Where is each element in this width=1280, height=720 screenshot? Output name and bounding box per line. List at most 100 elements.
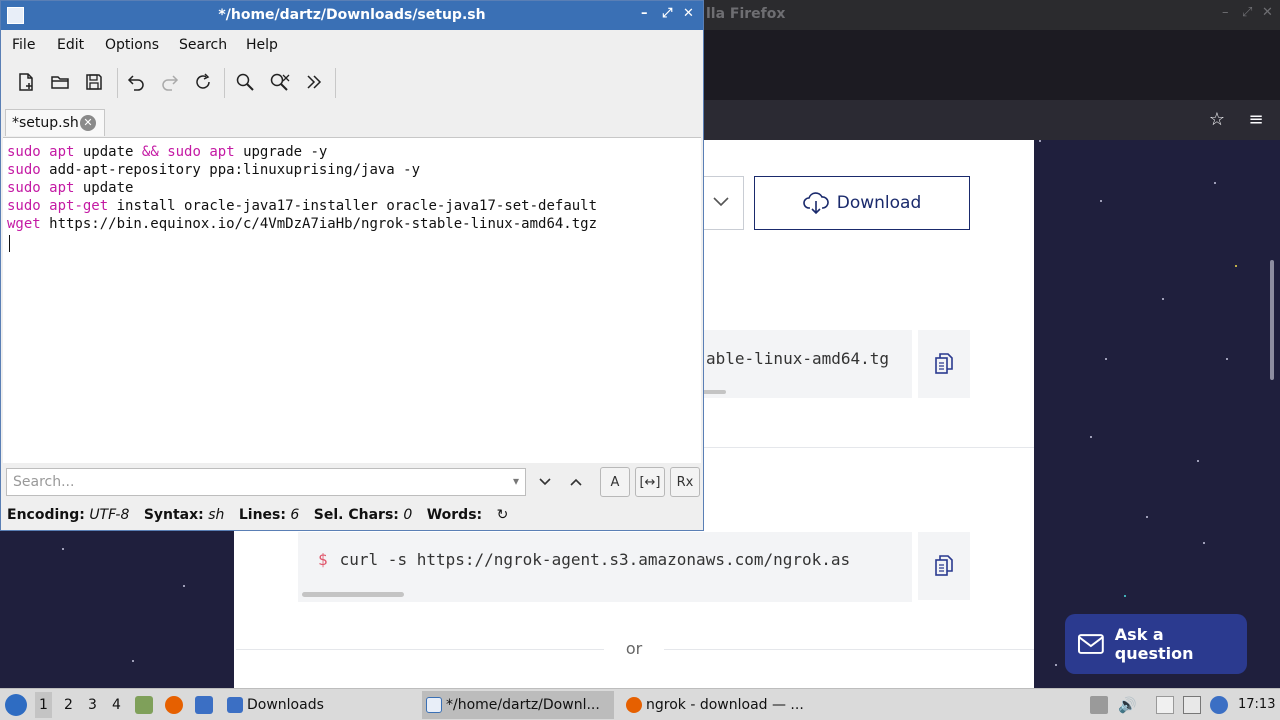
workspace-2[interactable]: 2: [64, 697, 73, 713]
task-downloads[interactable]: Downloads: [223, 691, 418, 719]
cloud-download-icon: [803, 192, 829, 215]
star-decor: [1146, 516, 1148, 518]
platform-select-dropdown[interactable]: [700, 176, 744, 230]
text-editor-window: */home/dartz/Downloads/setup.sh – ⤢ ✕ Fi…: [0, 0, 704, 531]
search-history-dropdown-icon[interactable]: ▾: [513, 474, 519, 488]
menu-help[interactable]: Help: [246, 37, 278, 53]
workspace-4[interactable]: 4: [112, 697, 121, 713]
download-button[interactable]: Download: [754, 176, 970, 230]
toolbar-separator: [224, 68, 225, 98]
copy-button[interactable]: [918, 330, 970, 398]
menu-search[interactable]: Search: [179, 37, 227, 53]
notification-icon[interactable]: [1210, 696, 1228, 714]
save-icon[interactable]: [82, 70, 106, 94]
encoding-value: UTF-8: [89, 507, 130, 523]
code-keyword: apt: [209, 144, 235, 160]
tray-updates-icon[interactable]: [1090, 696, 1108, 714]
chevron-up-icon: [570, 478, 582, 486]
network-icon[interactable]: [1183, 696, 1201, 714]
start-menu-icon[interactable]: [5, 694, 27, 716]
firefox-close-button[interactable]: ✕: [1262, 5, 1273, 20]
close-button[interactable]: ✕: [683, 6, 694, 21]
regex-button[interactable]: Rx: [670, 467, 700, 497]
download-button-label: Download: [836, 193, 922, 213]
workspace-1[interactable]: 1: [35, 692, 52, 718]
copy-button[interactable]: [918, 532, 970, 600]
star-decor: [1124, 595, 1126, 597]
task-firefox[interactable]: ngrok - download — ...: [622, 691, 817, 719]
menu-file[interactable]: File: [12, 37, 35, 53]
match-case-button[interactable]: A: [600, 467, 630, 497]
refresh-word-count-icon[interactable]: ↻: [497, 507, 509, 523]
editor-title-bar[interactable]: */home/dartz/Downloads/setup.sh – ⤢ ✕: [1, 1, 703, 30]
text-editor-area[interactable]: sudo apt update && sudo apt upgrade -y s…: [3, 137, 701, 463]
firefox-launcher-icon[interactable]: [165, 696, 183, 714]
whole-word-button[interactable]: [↔]: [635, 467, 665, 497]
volume-icon[interactable]: 🔊: [1118, 696, 1137, 714]
code-snippet-text: able-linux-amd64.tg: [706, 349, 890, 368]
firefox-minimize-button[interactable]: –: [1222, 5, 1229, 20]
encoding-label: Encoding:: [7, 507, 85, 523]
code-snippet-wget: able-linux-amd64.tg: [700, 330, 912, 398]
reload-icon[interactable]: [191, 70, 215, 94]
tab-close-icon[interactable]: ✕: [80, 115, 96, 131]
open-folder-icon[interactable]: [48, 70, 72, 94]
toolbar-separator: [117, 68, 118, 98]
redo-icon[interactable]: [158, 70, 182, 94]
find-icon[interactable]: [233, 70, 257, 94]
code-snippet-text: curl -s https://ngrok-agent.s3.amazonaws…: [339, 550, 851, 569]
find-bar: Search... ▾ A [↔] Rx: [1, 463, 703, 501]
code-text: add-apt-repository ppa:linuxuprising/jav…: [40, 162, 421, 178]
code-snippet-scrollbar[interactable]: [302, 592, 404, 597]
code-keyword: sudo: [167, 144, 201, 160]
ask-a-question-button[interactable]: Ask a question: [1065, 614, 1247, 674]
task-label: */home/dartz/Downl...: [446, 697, 600, 713]
bookmark-star-icon[interactable]: ☆: [1205, 108, 1229, 132]
file-manager-launcher-icon[interactable]: [135, 696, 153, 714]
syntax-label: Syntax:: [143, 507, 204, 523]
task-label: ngrok - download — ...: [646, 697, 804, 713]
star-decor: [1235, 265, 1237, 267]
star-decor: [1214, 182, 1216, 184]
code-line: wget https://bin.equinox.io/c/4VmDzA7iaH…: [7, 215, 701, 233]
sel-chars-value: 0: [403, 507, 413, 523]
undo-icon[interactable]: [124, 70, 148, 94]
hamburger-menu-icon[interactable]: ≡: [1244, 108, 1268, 132]
show-desktop-icon[interactable]: [195, 696, 213, 714]
search-input[interactable]: Search... ▾: [6, 468, 526, 496]
find-previous-button[interactable]: [561, 467, 591, 497]
task-editor[interactable]: */home/dartz/Downl...: [422, 691, 614, 719]
toolbar-separator: [335, 68, 336, 98]
tab-setup-sh[interactable]: *setup.sh ✕: [5, 109, 105, 136]
code-text: update: [74, 180, 134, 196]
clipboard-icon[interactable]: [1156, 696, 1174, 714]
code-keyword: apt: [49, 144, 75, 160]
firefox-scrollbar[interactable]: [1270, 260, 1274, 380]
minimize-button[interactable]: –: [641, 6, 648, 21]
new-file-icon[interactable]: [14, 70, 38, 94]
or-separator: or: [625, 639, 643, 658]
firefox-maximize-button[interactable]: ⤢: [1242, 5, 1252, 20]
code-line: sudo apt-get install oracle-java17-insta…: [7, 197, 701, 215]
envelope-icon: [1077, 634, 1104, 654]
code-text: install oracle-java17-installer oracle-j…: [108, 198, 598, 214]
workspace-3[interactable]: 3: [88, 697, 97, 713]
section-divider: [704, 447, 1034, 448]
sel-chars-label: Sel. Chars:: [313, 507, 399, 523]
editor-app-icon: [426, 697, 442, 713]
star-decor: [1055, 664, 1057, 666]
firefox-icon: [626, 697, 642, 713]
star-decor: [183, 585, 185, 587]
maximize-button[interactable]: ⤢: [662, 6, 672, 21]
find-next-button[interactable]: [530, 467, 560, 497]
more-icon[interactable]: [302, 70, 326, 94]
star-decor: [1090, 436, 1092, 438]
chevron-down-icon: [539, 478, 551, 486]
menu-options[interactable]: Options: [105, 37, 159, 53]
menu-edit[interactable]: Edit: [57, 37, 84, 53]
replace-icon[interactable]: [268, 70, 292, 94]
folder-icon: [227, 697, 243, 713]
